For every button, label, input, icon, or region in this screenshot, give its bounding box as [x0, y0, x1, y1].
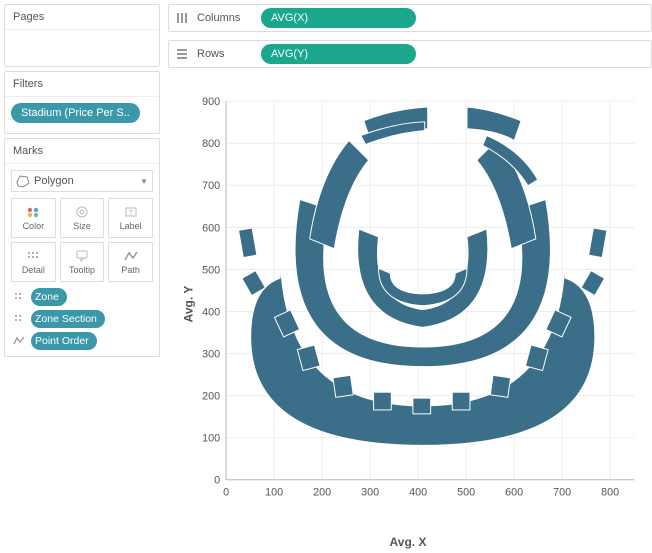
columns-pill-avgx[interactable]: AVG(X) [261, 8, 416, 28]
mark-field-point-order[interactable]: Point Order [11, 332, 153, 350]
svg-text:600: 600 [202, 222, 220, 234]
svg-text:100: 100 [202, 433, 220, 445]
marks-header: Marks [5, 139, 159, 164]
chart-canvas: 0 100 200 300 400 500 600 700 800 900 0 100 200 300 4… [172, 80, 644, 535]
detail-button[interactable]: Detail [11, 242, 56, 282]
svg-text:200: 200 [313, 486, 331, 498]
label-icon: T [123, 205, 139, 219]
pages-header: Pages [5, 5, 159, 30]
rows-label: Rows [197, 48, 253, 60]
mark-field-zone[interactable]: Zone [11, 288, 153, 306]
viz-area[interactable]: Avg. Y [164, 72, 652, 535]
size-icon [74, 205, 90, 219]
pages-panel: Pages [4, 4, 160, 67]
svg-text:0: 0 [223, 486, 229, 498]
path-icon [123, 249, 139, 263]
svg-text:T: T [129, 210, 134, 217]
color-icon [25, 205, 41, 219]
columns-shelf[interactable]: Columns AVG(X) [168, 4, 652, 32]
svg-text:400: 400 [202, 306, 220, 318]
marks-panel: Marks Polygon ▼ Color Size [4, 138, 160, 357]
svg-text:700: 700 [202, 180, 220, 192]
y-axis-title: Avg. Y [181, 285, 195, 322]
svg-text:900: 900 [202, 96, 220, 108]
detail-icon [25, 249, 41, 263]
chevron-down-icon: ▼ [140, 177, 148, 186]
tooltip-button[interactable]: Tooltip [60, 242, 105, 282]
svg-text:100: 100 [265, 486, 283, 498]
detail-icon [11, 291, 27, 303]
svg-text:400: 400 [409, 486, 427, 498]
svg-text:600: 600 [505, 486, 523, 498]
detail-icon [11, 313, 27, 325]
svg-text:0: 0 [214, 475, 220, 487]
path-button[interactable]: Path [108, 242, 153, 282]
rows-pill-avgy[interactable]: AVG(Y) [261, 44, 416, 64]
pages-shelf[interactable] [5, 30, 159, 66]
path-icon [11, 335, 27, 347]
filters-header: Filters [5, 72, 159, 97]
rows-icon [175, 47, 189, 61]
svg-text:700: 700 [553, 486, 571, 498]
svg-text:300: 300 [202, 348, 220, 360]
columns-icon [175, 11, 189, 25]
filter-pill-stadium[interactable]: Stadium (Price Per S.. [11, 103, 140, 123]
mark-type-label: Polygon [34, 175, 74, 187]
svg-text:500: 500 [202, 264, 220, 276]
svg-text:200: 200 [202, 391, 220, 403]
mark-field-zone-section[interactable]: Zone Section [11, 310, 153, 328]
mark-type-dropdown[interactable]: Polygon ▼ [11, 170, 153, 192]
mark-fields: Zone Zone Section Point Order [11, 288, 153, 350]
columns-label: Columns [197, 12, 253, 24]
polygon-icon [16, 174, 30, 188]
color-button[interactable]: Color [11, 198, 56, 238]
size-button[interactable]: Size [60, 198, 105, 238]
filters-panel: Filters Stadium (Price Per S.. [4, 71, 160, 134]
svg-text:300: 300 [361, 486, 379, 498]
svg-text:800: 800 [601, 486, 619, 498]
rows-shelf[interactable]: Rows AVG(Y) [168, 40, 652, 68]
svg-text:500: 500 [457, 486, 475, 498]
svg-text:800: 800 [202, 138, 220, 150]
marks-buttons: Color Size T Label Detail [11, 198, 153, 282]
label-button[interactable]: T Label [108, 198, 153, 238]
tooltip-icon [74, 249, 90, 263]
filters-shelf[interactable]: Stadium (Price Per S.. [5, 97, 159, 133]
